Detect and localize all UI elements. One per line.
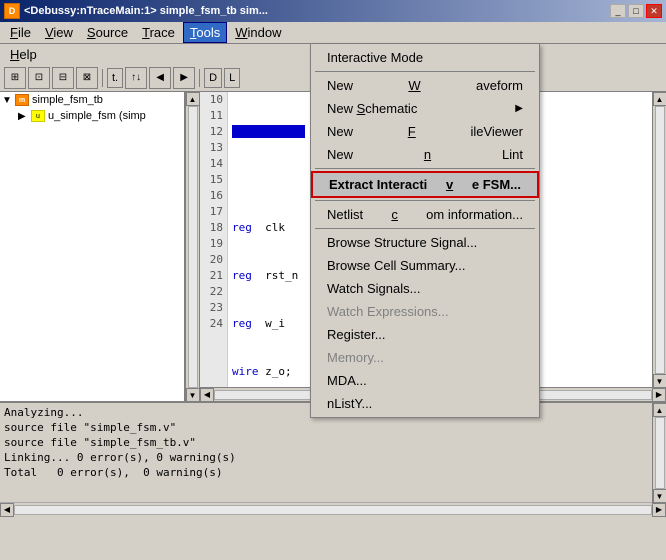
- tree-arrow-2[interactable]: ▶: [18, 111, 30, 122]
- log-scroll-track[interactable]: [655, 417, 665, 489]
- menu-new-waveform[interactable]: New Waveform: [311, 74, 539, 97]
- toolbar-btn-2[interactable]: ⊡: [28, 67, 50, 89]
- tree-item-u-simple-fsm[interactable]: ▶ u u_simple_fsm (simp: [0, 108, 184, 124]
- menu-bar: File View Source Trace Tools Window: [0, 22, 666, 44]
- sep-3: [315, 200, 535, 201]
- maximize-button[interactable]: □: [628, 4, 644, 18]
- app-icon: D: [4, 3, 20, 19]
- menu-browse-structure[interactable]: Browse Structure Signal...: [311, 231, 539, 254]
- log-line-4: Linking... 0 error(s), 0 warning(s): [4, 450, 648, 465]
- log-hscroll[interactable]: ◀ ▶: [0, 502, 666, 516]
- menu-memory: Memory...: [311, 346, 539, 369]
- sidebar-panel: ▼ m simple_fsm_tb ▶ u u_simple_fsm (simp…: [0, 92, 200, 402]
- menu-file[interactable]: File: [4, 23, 37, 42]
- menu-view[interactable]: View: [39, 23, 79, 42]
- menu-help[interactable]: Help: [4, 45, 43, 64]
- code-scroll-up[interactable]: ▲: [653, 92, 666, 106]
- title-bar: D <Debussy:nTraceMain:1> simple_fsm_tb s…: [0, 0, 666, 22]
- toolbar-btn-t[interactable]: t.: [107, 68, 123, 88]
- menu-mda[interactable]: MDA...: [311, 369, 539, 392]
- log-scroll-down[interactable]: ▼: [653, 489, 666, 503]
- menu-window[interactable]: Window: [229, 23, 287, 42]
- toolbar-btn-3[interactable]: ⊟: [52, 67, 74, 89]
- menu-register[interactable]: Register...: [311, 323, 539, 346]
- menu-trace[interactable]: Trace: [136, 23, 181, 42]
- log-line-5: Total 0 error(s), 0 warning(s): [4, 465, 648, 480]
- toolbar-btn-arrows[interactable]: ↑↓: [125, 67, 147, 89]
- toolbar-sep-2: [199, 69, 200, 87]
- sidebar-vscroll[interactable]: ▲ ▼: [185, 92, 199, 402]
- menu-netlistcom[interactable]: Netlistcom information...: [311, 203, 539, 226]
- sep-1: [315, 71, 535, 72]
- tree-label-u-simple-fsm: u_simple_fsm (simp: [48, 110, 146, 122]
- line-numbers: 10 11 12 13 14 15 16 17 18 19 20 21 22 2…: [200, 92, 228, 387]
- close-button[interactable]: ✕: [646, 4, 662, 18]
- log-hscroll-track[interactable]: [14, 505, 652, 515]
- toolbar-sep-1: [102, 69, 103, 87]
- toolbar-btn-l[interactable]: L: [224, 68, 240, 88]
- tree-label-simple-fsm-tb: simple_fsm_tb: [32, 94, 103, 106]
- log-hscroll-left[interactable]: ◀: [0, 503, 14, 517]
- toolbar-btn-1[interactable]: ⊞: [4, 67, 26, 89]
- toolbar-btn-fwd[interactable]: ▶: [173, 67, 195, 89]
- menu-watch-expr: Watch Expressions...: [311, 300, 539, 323]
- tree-item-simple-fsm-tb[interactable]: ▼ m simple_fsm_tb: [0, 92, 184, 108]
- menu-browse-cell[interactable]: Browse Cell Summary...: [311, 254, 539, 277]
- menu-tools[interactable]: Tools: [183, 22, 227, 43]
- module-icon: m: [14, 93, 30, 107]
- tree-arrow[interactable]: ▼: [2, 95, 14, 106]
- toolbar-btn-d[interactable]: D: [204, 68, 222, 88]
- toolbar-btn-4[interactable]: ⊠: [76, 67, 98, 89]
- menu-new-schematic[interactable]: New Schematic ▶: [311, 97, 539, 120]
- menu-interactive-mode[interactable]: Interactive Mode: [311, 46, 539, 69]
- log-scroll-up[interactable]: ▲: [653, 403, 666, 417]
- code-scroll-track[interactable]: [655, 106, 665, 374]
- code-hscroll-right[interactable]: ▶: [652, 388, 666, 402]
- log-line-2: source file "simple_fsm.v": [4, 420, 648, 435]
- log-vscroll[interactable]: ▲ ▼: [652, 403, 666, 503]
- log-line-3: source file "simple_fsm_tb.v": [4, 435, 648, 450]
- submenu-arrow: ▶: [515, 103, 523, 114]
- menu-extract-fsm[interactable]: Extract Interactive FSM...: [311, 171, 539, 198]
- menu-new-fileviewer[interactable]: New FileViewer: [311, 120, 539, 143]
- sep-2: [315, 168, 535, 169]
- window-title: <Debussy:nTraceMain:1> simple_fsm_tb sim…: [24, 5, 268, 17]
- sidebar-scroll-down[interactable]: ▼: [186, 388, 200, 402]
- code-scroll-down[interactable]: ▼: [653, 374, 666, 387]
- minimize-button[interactable]: _: [610, 4, 626, 18]
- menu-nlisty[interactable]: nListY...: [311, 392, 539, 415]
- sep-4: [315, 228, 535, 229]
- log-hscroll-right[interactable]: ▶: [652, 503, 666, 517]
- sidebar-tree: ▼ m simple_fsm_tb ▶ u u_simple_fsm (simp: [0, 92, 185, 402]
- tools-dropdown: Interactive Mode New Waveform New Schema…: [310, 44, 540, 418]
- toolbar-btn-back[interactable]: ◀: [149, 67, 171, 89]
- inst-icon: u: [30, 109, 46, 123]
- menu-source[interactable]: Source: [81, 23, 134, 42]
- code-vscroll[interactable]: ▲ ▼: [652, 92, 666, 387]
- sidebar-scroll-track[interactable]: [188, 106, 198, 388]
- code-hscroll-left[interactable]: ◀: [200, 388, 214, 402]
- sidebar-scroll-up[interactable]: ▲: [186, 92, 200, 106]
- menu-new-nlint[interactable]: New nLint: [311, 143, 539, 166]
- menu-watch-signals[interactable]: Watch Signals...: [311, 277, 539, 300]
